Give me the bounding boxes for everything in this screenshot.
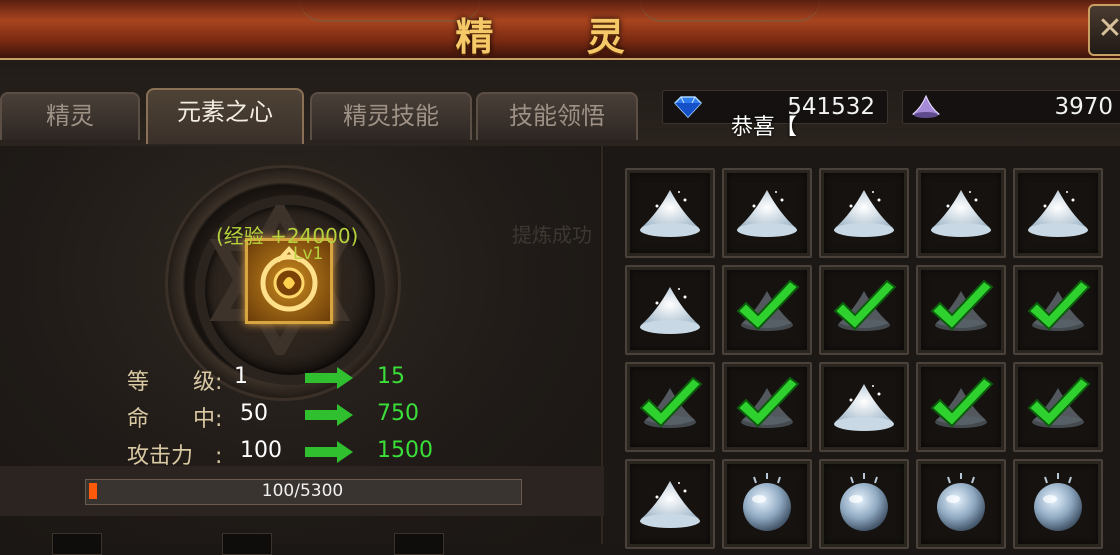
exp-progress-text: 100/5300 — [261, 481, 344, 501]
powder-item-icon — [640, 481, 700, 528]
stat-attack-next: 1500 — [377, 438, 433, 463]
close-button[interactable]: ✕ — [1088, 4, 1120, 56]
powder-item-icon — [640, 287, 700, 334]
grid-slot[interactable] — [916, 459, 1006, 549]
grid-slot[interactable] — [819, 459, 909, 549]
stat-level-current: 1 — [234, 364, 248, 389]
arrow-right-icon — [305, 441, 353, 463]
window-title: 精 灵 — [455, 15, 665, 59]
powder-item-icon — [640, 190, 700, 237]
refine-success-faded: 提炼成功 — [512, 223, 592, 247]
crystal-orb-icon — [1034, 473, 1082, 531]
stat-level-label: 等 级: — [127, 370, 223, 395]
checked-powder-icon — [930, 376, 994, 428]
crystal-orb-icon — [937, 473, 985, 531]
grid-slot[interactable] — [916, 168, 1006, 258]
tab-spirit[interactable]: 精灵 — [0, 92, 140, 140]
grid-slot[interactable] — [819, 265, 909, 355]
grid-slot[interactable] — [625, 168, 715, 258]
tab-element-heart[interactable]: 元素之心 — [146, 88, 304, 144]
grid-slot[interactable] — [722, 265, 812, 355]
grid-slot[interactable] — [1013, 362, 1103, 452]
purple-crystal-icon — [912, 94, 940, 118]
arrow-right-icon — [305, 367, 353, 389]
grid-slot[interactable] — [819, 362, 909, 452]
crystal-currency: 3970 — [902, 90, 1120, 124]
stat-level-next: 15 — [377, 364, 405, 389]
grid-slot[interactable] — [625, 265, 715, 355]
blue-diamond-icon — [673, 96, 703, 119]
grid-slot[interactable] — [916, 362, 1006, 452]
stat-hit-label: 命 中: — [127, 407, 223, 432]
grid-slot[interactable] — [625, 459, 715, 549]
bottom-slot[interactable] — [222, 533, 272, 555]
grid-slot[interactable] — [1013, 265, 1103, 355]
bottom-slot[interactable] — [394, 533, 444, 555]
powder-item-icon — [931, 190, 991, 237]
level-badge: Lv1 — [293, 244, 324, 264]
stat-hit-current: 50 — [240, 401, 268, 426]
checked-powder-icon — [639, 376, 703, 428]
checked-powder-icon — [736, 376, 800, 428]
grid-slot[interactable] — [625, 362, 715, 452]
crystal-orb-icon — [743, 473, 791, 531]
tab-spirit-skills[interactable]: 精灵技能 — [310, 92, 472, 140]
powder-item-icon — [1028, 190, 1088, 237]
item-grid — [625, 168, 1120, 549]
powder-item-icon — [834, 384, 894, 431]
powder-item-icon — [737, 190, 797, 237]
powder-item-icon — [834, 190, 894, 237]
grid-slot[interactable] — [1013, 459, 1103, 549]
congrats-notice: 恭喜【 — [731, 115, 798, 140]
checked-powder-icon — [833, 279, 897, 331]
checked-powder-icon — [1027, 279, 1091, 331]
grid-slot[interactable] — [916, 265, 1006, 355]
grid-slot[interactable] — [722, 459, 812, 549]
grid-slot[interactable] — [819, 168, 909, 258]
crystal-amount: 3970 — [1054, 94, 1113, 120]
checked-powder-icon — [930, 279, 994, 331]
tab-skill-comprehension[interactable]: 技能领悟 — [476, 92, 638, 140]
stat-hit-next: 750 — [377, 401, 419, 426]
stat-attack-current: 100 — [240, 438, 282, 463]
grid-slot[interactable] — [1013, 168, 1103, 258]
grid-slot[interactable] — [722, 362, 812, 452]
bottom-slot[interactable] — [52, 533, 102, 555]
arrow-right-icon — [305, 404, 353, 426]
checked-powder-icon — [736, 279, 800, 331]
grid-slot[interactable] — [722, 168, 812, 258]
checked-powder-icon — [1027, 376, 1091, 428]
exp-gain-text: (经验 +24000) — [216, 224, 359, 248]
crystal-orb-icon — [840, 473, 888, 531]
